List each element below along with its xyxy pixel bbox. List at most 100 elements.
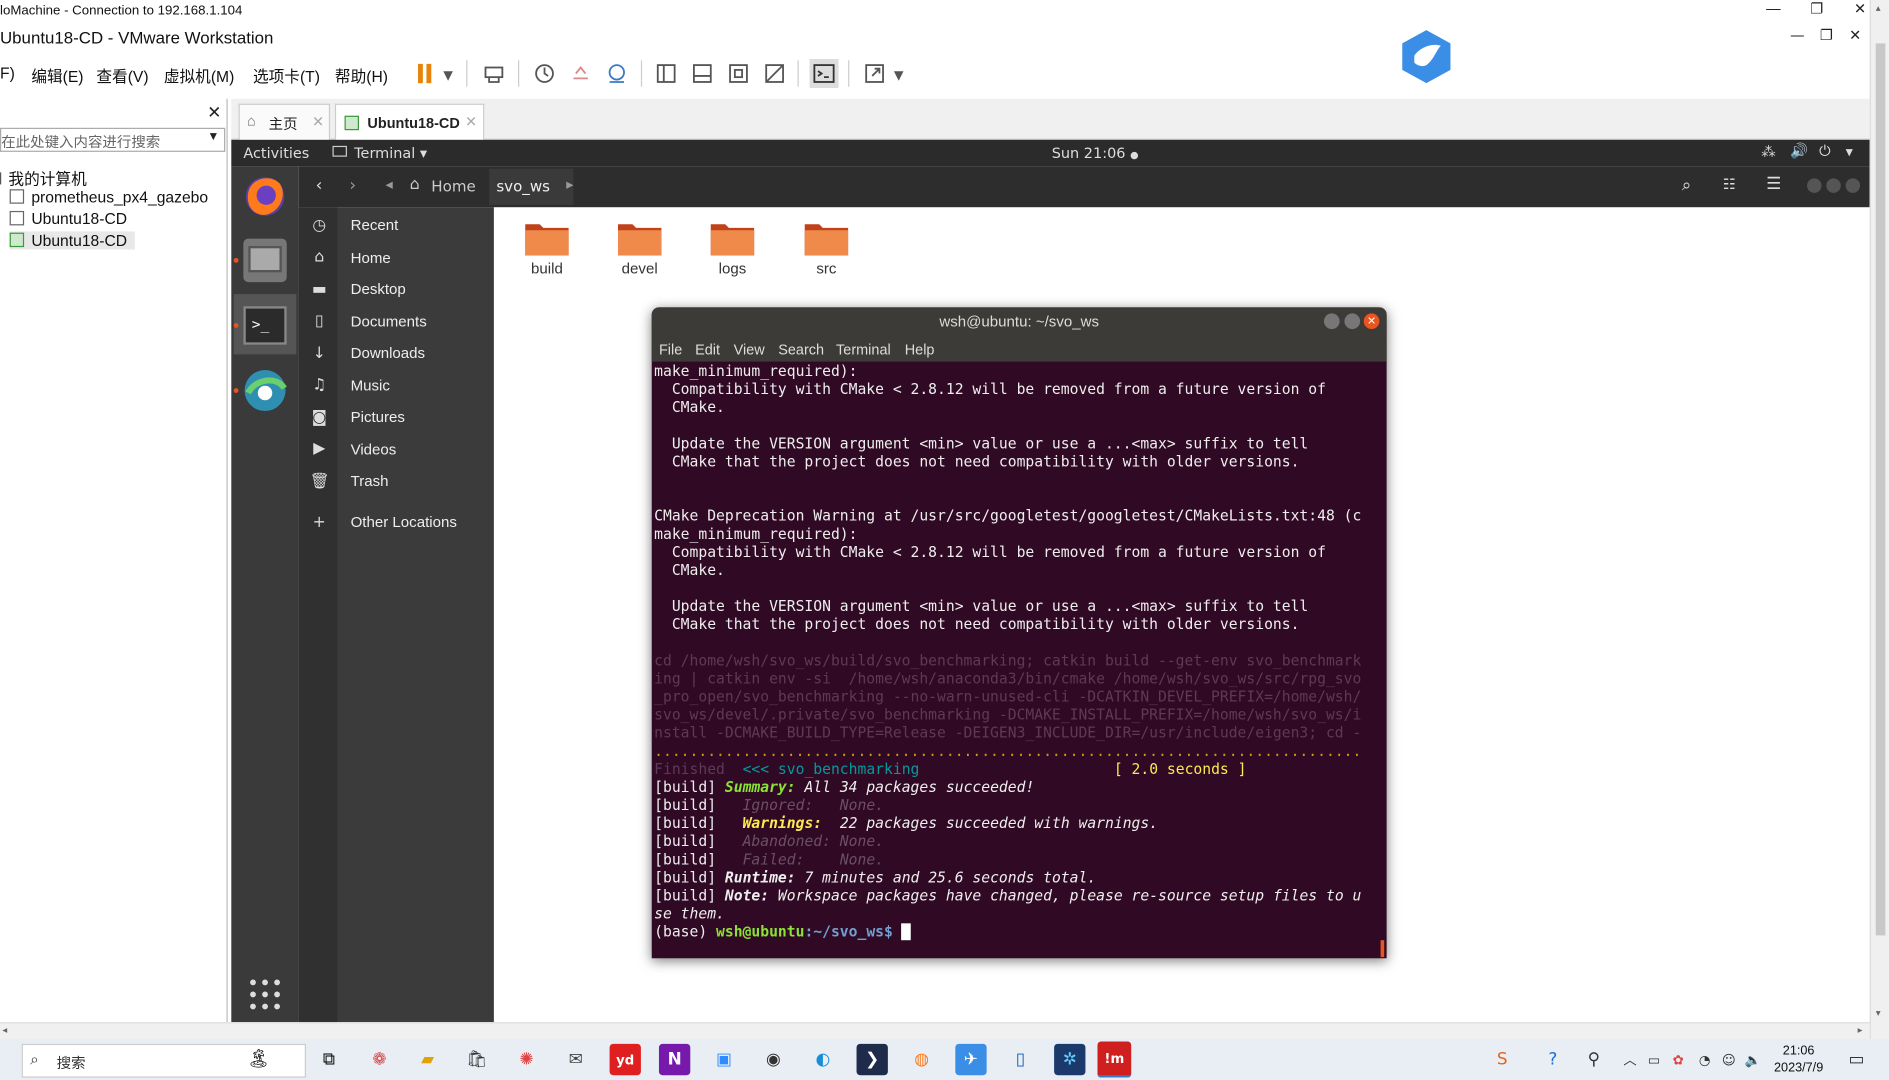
sidebar-item-other-locations[interactable]: Other Locations <box>351 514 457 531</box>
menu-file[interactable]: F) <box>0 64 15 82</box>
breadcrumb-home[interactable]: Home <box>431 177 475 195</box>
menu-view[interactable]: 查看(V) <box>96 64 148 87</box>
onenote-icon[interactable]: N <box>658 1043 691 1076</box>
menu-tabs[interactable]: 选项卡(T) <box>253 64 320 87</box>
scroll-down-icon[interactable]: ▾ <box>1876 1008 1881 1019</box>
terminal-scrollbar[interactable] <box>1380 940 1385 958</box>
folder-icon[interactable] <box>708 219 756 258</box>
terminal-menu-help[interactable]: Help <box>905 341 935 358</box>
sidebar-item-desktop[interactable]: Desktop <box>351 281 406 298</box>
edge-icon[interactable]: ◐ <box>807 1044 838 1075</box>
tree-root[interactable]: 我的计算机 <box>0 166 87 189</box>
library-search-input[interactable]: 在此处键入内容进行搜索 ▼ <box>0 127 226 152</box>
tree-item-ubuntu18-cd-1[interactable]: Ubuntu18-CD <box>9 210 127 228</box>
search-icon[interactable]: ⌕ <box>1682 176 1691 195</box>
mail-icon[interactable]: ✉ <box>560 1044 591 1075</box>
help-icon[interactable]: ? <box>1537 1044 1568 1075</box>
terminal-menu-file[interactable]: File <box>659 341 682 358</box>
top-clock[interactable]: Sun 21:06 ● <box>1052 145 1139 162</box>
tree-item-prometheus[interactable]: prometheus_px4_gazebo <box>9 188 208 206</box>
stretch-dropdown-icon[interactable]: ▾ <box>889 59 908 88</box>
fullscreen-icon[interactable] <box>724 59 753 88</box>
tab-home[interactable]: ⌂ 主页 ✕ <box>238 103 331 140</box>
close-icon[interactable]: ✕ <box>1848 0 1872 17</box>
folder-label-devel[interactable]: devel <box>604 260 676 277</box>
wps-icon[interactable]: S <box>1487 1044 1518 1075</box>
terminal-dock-icon[interactable]: >_ <box>243 306 287 345</box>
sidebar-item-downloads[interactable]: Downloads <box>351 345 426 362</box>
view-options-icon[interactable]: ☷ <box>1723 176 1736 193</box>
terminal-menu-edit[interactable]: Edit <box>695 341 720 358</box>
feishu-icon[interactable]: ✈ <box>955 1043 987 1076</box>
library-search-dropdown-icon[interactable]: ▼ <box>207 130 219 143</box>
stretch-icon[interactable] <box>860 59 889 88</box>
pause-dropdown-icon[interactable]: ▾ <box>439 59 458 88</box>
horizontal-scrollbar[interactable]: ◂ ▸ <box>0 1022 1870 1040</box>
menu-vm[interactable]: 虚拟机(M) <box>164 64 234 87</box>
tab-close-icon[interactable]: ✕ <box>312 113 324 130</box>
app-icon-1[interactable]: ❁ <box>364 1044 395 1075</box>
terminal-output[interactable]: make_minimum_required): Compatibility wi… <box>654 363 1384 958</box>
scroll-thumb[interactable] <box>1875 43 1886 936</box>
restore-icon[interactable]: ❐ <box>1805 0 1829 17</box>
terminal-maximize-icon[interactable] <box>1344 313 1361 330</box>
vertical-scrollbar[interactable]: ▴ ▾ <box>1869 0 1889 1040</box>
menu-icon[interactable]: ☰ <box>1766 175 1781 194</box>
terminal-menu-terminal[interactable]: Terminal <box>836 341 891 358</box>
speaker-icon[interactable]: 🔈 <box>1737 1044 1768 1075</box>
view-thumbnail-icon[interactable] <box>688 59 717 88</box>
tab-ubuntu18-cd[interactable]: Ubuntu18-CD ✕ <box>334 103 485 140</box>
folder-label-src[interactable]: src <box>790 260 862 277</box>
app-icon-3[interactable]: ▯ <box>1005 1044 1036 1075</box>
file-explorer-icon[interactable]: ▰ <box>412 1044 443 1075</box>
sidebar-item-home[interactable]: Home <box>351 250 391 267</box>
system-menu-dropdown-icon[interactable]: ▾ <box>1846 143 1853 160</box>
folder-label-logs[interactable]: logs <box>696 260 768 277</box>
folder-icon[interactable] <box>616 219 664 258</box>
nomachine-taskbar-icon[interactable]: !m <box>1097 1041 1132 1078</box>
files-icon[interactable] <box>243 238 287 283</box>
scroll-up-icon[interactable]: ▴ <box>1876 2 1881 13</box>
sidebar-item-trash[interactable]: Trash <box>351 473 389 490</box>
menu-help[interactable]: 帮助(H) <box>335 64 388 87</box>
snapshot-manager-icon[interactable] <box>602 59 631 88</box>
window-close-icon[interactable] <box>1845 178 1861 193</box>
view-library-icon[interactable] <box>652 59 681 88</box>
camera-icon[interactable]: ◉ <box>758 1044 789 1075</box>
vm-close-icon[interactable]: ✕ <box>1843 27 1867 44</box>
console-view-icon[interactable] <box>809 59 839 88</box>
software-center-icon[interactable] <box>241 366 289 414</box>
terminal-minimize-icon[interactable] <box>1323 313 1340 330</box>
people-icon[interactable]: ⚲ <box>1578 1044 1609 1075</box>
back-icon[interactable]: ‹ <box>316 176 323 195</box>
vm-minimize-icon[interactable]: — <box>1785 27 1809 44</box>
firefox-taskbar-icon[interactable]: ◍ <box>906 1044 937 1075</box>
app-menu[interactable]: Terminal ▾ <box>354 145 427 162</box>
volume-icon[interactable]: 🔊 <box>1790 142 1808 159</box>
firefox-icon[interactable] <box>241 171 289 219</box>
store-icon[interactable]: 🛍 <box>461 1044 492 1075</box>
sidebar-item-pictures[interactable]: Pictures <box>351 409 405 426</box>
network-icon[interactable]: ⁂ <box>1761 143 1775 160</box>
window-minimize-icon[interactable] <box>1807 178 1822 193</box>
terminal-menu-search[interactable]: Search <box>778 341 824 358</box>
forward-icon[interactable]: › <box>349 176 356 195</box>
pause-icon[interactable] <box>411 59 440 88</box>
minimize-icon[interactable]: — <box>1761 0 1785 17</box>
window-maximize-icon[interactable] <box>1826 178 1841 193</box>
terminal-titlebar[interactable]: wsh@ubuntu: ~/svo_ws ✕ <box>651 307 1387 338</box>
revert-snapshot-icon[interactable] <box>566 59 595 88</box>
folder-icon[interactable] <box>802 219 850 258</box>
tab-close-icon[interactable]: ✕ <box>465 113 477 130</box>
terminal-menu-view[interactable]: View <box>734 341 765 358</box>
taskbar-clock[interactable]: 21:06 2023/7/9 <box>1768 1043 1828 1077</box>
vmware-taskbar-icon[interactable]: ✲ <box>1054 1043 1086 1076</box>
sidebar-item-recent[interactable]: Recent <box>351 217 399 234</box>
scroll-right-icon[interactable]: ▸ <box>1858 1025 1863 1036</box>
show-applications-icon[interactable] <box>247 976 283 1012</box>
snapshot-icon[interactable] <box>530 59 559 88</box>
terminal-close-icon[interactable]: ✕ <box>1363 313 1380 330</box>
sidebar-item-documents[interactable]: Documents <box>351 313 427 330</box>
send-keys-icon[interactable] <box>479 59 508 88</box>
power-icon[interactable]: ⏻ <box>1819 142 1830 160</box>
